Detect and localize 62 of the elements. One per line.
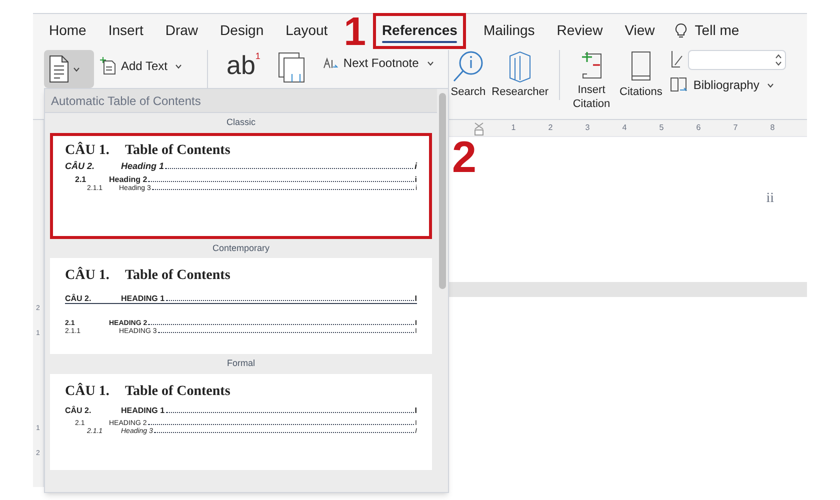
toc-entry-number: CÂU 2. [65,162,96,170]
step-number: 2 [452,136,476,180]
next-footnote-button[interactable]: Next Footnote [322,54,434,72]
toc-entry-text: Heading 1 [121,162,164,170]
document-icon [48,55,70,83]
chevron-icon [767,82,774,88]
ribbon-tab[interactable]: View [618,16,661,46]
open-book-icon [670,76,688,94]
toc-entry-text: HEADING 1 [121,406,165,414]
toc-entry-number: 2.1 [75,176,87,184]
ruler-number: 7 [732,124,739,132]
chevron-icon [175,64,182,68]
researcher-button[interactable]: Researcher [492,50,549,100]
ruler-number: 4 [621,124,628,132]
next-footnote-icon [322,56,338,70]
section-label: Formal [226,357,256,370]
add-text-icon [100,57,116,75]
toc-entry-number: CÂU 2. [65,295,92,303]
ribbon-tab[interactable]: Layout [280,16,334,46]
insert-citation-button[interactable]: Insert Citation [570,50,614,112]
citations-button[interactable]: Citations [620,50,662,100]
stepper-icon [775,54,782,66]
chevron-icon [73,66,80,72]
page-number: i [414,176,417,184]
ribbon-tab[interactable]: Mailings [477,16,541,46]
ruler-number: 1 [510,124,517,132]
ruler-number: 6 [695,124,702,132]
toc-entry-text: Heading 2 [109,176,148,184]
ruler-number: 3 [584,124,591,132]
chevron-icon [426,60,434,66]
ruler-number: 5 [658,124,665,132]
ruler-number: 2 [547,124,554,132]
page-number: I [414,406,417,414]
page-number: I [414,295,417,303]
table-of-contents-button[interactable] [44,50,94,88]
section-label: Contemporary [211,242,271,255]
toc-entry-text: HEADING 1 [121,295,165,303]
toc-title: Table of Contents [125,384,230,398]
menu-heading: Automatic Table of Contents [51,92,201,110]
search-icon [452,50,484,84]
ribbon-tab[interactable]: Review [550,16,609,46]
section-label: Classic [225,116,256,129]
toc-title-number: CÂU 1. [65,384,110,398]
page-number: ii [766,192,774,208]
toc-title: Table of Contents [125,269,230,283]
search-button[interactable]: Search [450,50,486,100]
lightbulb-icon [674,22,687,38]
toc-entry-number: CÂU 2. [65,406,92,414]
ribbon-tab[interactable]: Home [43,16,92,46]
toc-title: Table of Contents [125,144,230,158]
step-number: 1 [344,12,366,52]
ribbon-tab[interactable]: Draw [159,16,204,46]
ribbon-tab[interactable]: Design [214,16,270,46]
page-number: i [414,162,417,170]
ribbon-tab[interactable]: Insert [102,16,150,46]
scrollbar-thumb[interactable] [439,93,446,289]
tell-me-field[interactable]: Tell me [694,20,740,41]
toc-title-number: CÂU 1. [65,144,110,158]
bibliography-button[interactable]: Bibliography [670,76,786,94]
add-text-button[interactable]: Add Text [100,57,182,75]
toc-title-number: CÂU 1. [65,269,110,283]
ruler-number: 8 [769,124,776,132]
